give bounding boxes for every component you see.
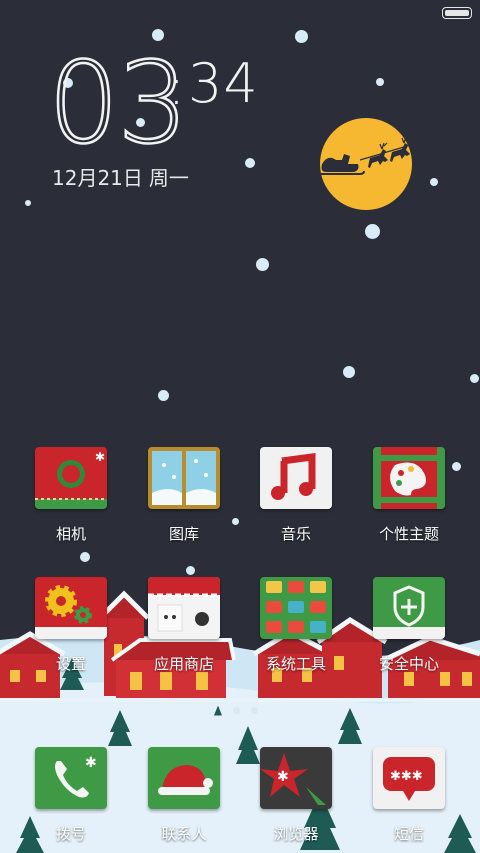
app-browser[interactable]: ✱ 浏览器 bbox=[246, 747, 346, 844]
app-camera[interactable]: ✱ 相机 bbox=[21, 447, 121, 544]
palette-icon bbox=[373, 447, 445, 509]
app-themes[interactable]: 个性主题 bbox=[359, 447, 459, 544]
date-label: 12月21日 bbox=[52, 166, 143, 190]
app-gallery[interactable]: 图库 bbox=[134, 447, 234, 544]
clock-colon: : bbox=[168, 58, 185, 116]
gear-icon bbox=[35, 577, 107, 639]
clock-date[interactable]: 12月21日 周一 bbox=[52, 162, 195, 191]
chat-bubble-icon: ✱✱✱ bbox=[373, 747, 445, 809]
clock-minutes[interactable]: 34 bbox=[188, 54, 259, 114]
app-security[interactable]: 安全中心 bbox=[359, 577, 459, 674]
app-label-security: 安全中心 bbox=[378, 655, 439, 673]
star-compass-icon: ✱ bbox=[260, 747, 332, 809]
app-label-contacts: 联系人 bbox=[161, 825, 207, 843]
santa-hat-icon bbox=[148, 747, 220, 809]
page-dot[interactable] bbox=[251, 707, 258, 714]
app-label-gallery: 图库 bbox=[168, 525, 199, 543]
home-screen: 03 : 34 12月21日 周一 ✱ 相机 图库 音乐 个性主题 设置 应用商… bbox=[0, 0, 480, 853]
app-music[interactable]: 音乐 bbox=[246, 447, 346, 544]
app-label-music: 音乐 bbox=[280, 525, 311, 543]
santa-sleigh-illustration bbox=[320, 136, 415, 175]
app-contacts[interactable]: 联系人 bbox=[134, 747, 234, 844]
app-label-browser: 浏览器 bbox=[273, 825, 319, 843]
app-label-messages: 短信 bbox=[393, 825, 424, 843]
clock-hours[interactable]: 03 bbox=[47, 47, 190, 162]
app-label-store: 应用商店 bbox=[153, 655, 214, 673]
svg-text:✱: ✱ bbox=[95, 450, 105, 464]
app-label-dialer: 拨号 bbox=[55, 825, 86, 843]
svg-text:✱: ✱ bbox=[85, 755, 97, 771]
app-store[interactable]: 应用商店 bbox=[134, 577, 234, 674]
shield-plus-icon bbox=[373, 577, 445, 639]
app-dialer[interactable]: ✱ 拨号 bbox=[21, 747, 121, 844]
page-dot[interactable] bbox=[214, 705, 222, 716]
gallery-window-icon bbox=[148, 447, 220, 509]
battery-icon bbox=[442, 7, 472, 19]
svg-text:✱: ✱ bbox=[277, 769, 289, 785]
weekday-label: 周一 bbox=[148, 166, 189, 190]
page-indicator[interactable] bbox=[214, 700, 269, 719]
page-dot[interactable] bbox=[233, 707, 240, 714]
phone-icon: ✱ bbox=[35, 747, 107, 809]
music-note-icon bbox=[260, 447, 332, 509]
app-settings[interactable]: 设置 bbox=[21, 577, 121, 674]
app-label-themes: 个性主题 bbox=[378, 525, 439, 543]
shop-house-icon bbox=[148, 577, 220, 639]
app-messages[interactable]: ✱✱✱ 短信 bbox=[359, 747, 459, 844]
tools-grid-icon bbox=[260, 577, 332, 639]
camera-icon: ✱ bbox=[35, 447, 107, 509]
app-label-settings: 设置 bbox=[55, 655, 86, 673]
app-system-tools[interactable]: 系统工具 bbox=[246, 577, 346, 674]
app-label-system-tools: 系统工具 bbox=[265, 655, 326, 673]
app-label-camera: 相机 bbox=[55, 525, 86, 543]
svg-text:✱✱✱: ✱✱✱ bbox=[390, 769, 423, 784]
